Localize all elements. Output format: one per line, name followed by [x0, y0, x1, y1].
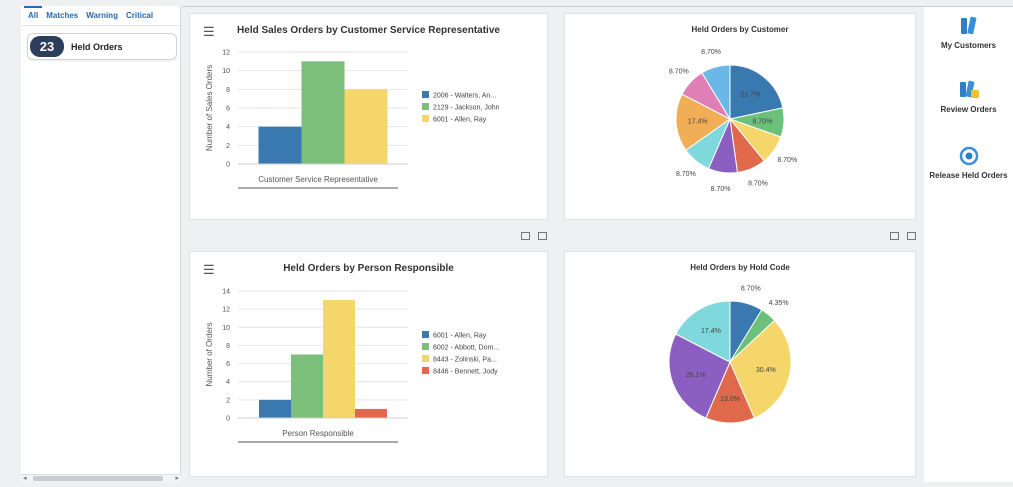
legend-label: 6002 - Abbott, Dom... [433, 345, 499, 352]
watchlist-panel: All Matches Warning Critical 23 Held Ord… [21, 6, 181, 482]
legend-label: 8446 - Bennett, Jody [433, 369, 498, 376]
bar[interactable] [259, 399, 291, 418]
card-tools [890, 232, 916, 240]
legend-label: 8443 - Zolinski, Pa... [433, 357, 497, 364]
watchlist-item-held-orders[interactable]: 23 Held Orders [27, 33, 177, 60]
bar-chart-sales-by-csr: 0 2 4 6 8 10 12 Customer Service Representative… [205, 50, 500, 189]
pie-label: 8.70% [748, 181, 768, 188]
chart-card-orders-by-customer: Held Orders by Customer 21.7% 8.70% 8.70% 8… [564, 13, 916, 220]
legend-swatch [422, 355, 429, 362]
y-tick-label: 14 [222, 289, 230, 296]
bar[interactable] [291, 354, 323, 419]
scrollbar-thumb[interactable] [33, 476, 163, 481]
y-tick-label: 6 [226, 106, 230, 113]
pie-label: 17.4% [688, 119, 708, 126]
y-tick-label: 10 [222, 325, 230, 332]
actions-panel: My Customers Review Orders Release Held … [924, 7, 1013, 482]
y-axis-title: Number of Sales Orders [205, 65, 214, 151]
chart-card-sales-by-csr: ☰ Held Sales Orders by Customer Service … [189, 13, 548, 220]
y-tick-label: 12 [222, 307, 230, 314]
watchlist-tabs: All Matches Warning Critical [21, 6, 180, 26]
pie-chart-orders-by-customer: 21.7% 8.70% 8.70% 8.70% 8.70% 8.70% 17.4% 8.70%… [669, 49, 797, 193]
y-tick-label: 4 [226, 379, 230, 386]
header-rule [182, 6, 1013, 7]
maximize-icon[interactable] [521, 232, 530, 240]
pie-label: 8.70% [741, 285, 761, 292]
action-label: Release Held Orders [929, 171, 1008, 180]
pie-label: 8.70% [711, 186, 731, 193]
pie-label: 8.70% [669, 69, 689, 76]
tab-all[interactable]: All [24, 6, 43, 26]
y-tick-label: 2 [226, 143, 230, 150]
x-axis-title: Customer Service Representative [258, 175, 378, 184]
books-icon [960, 16, 976, 35]
action-label: Review Orders [940, 105, 997, 114]
my-customers-button[interactable]: My Customers [924, 15, 1013, 51]
horizontal-scrollbar[interactable]: ◂ ▸ [21, 474, 181, 482]
legend-swatch [422, 367, 429, 374]
legend-swatch [422, 103, 429, 110]
legend-swatch [422, 343, 429, 350]
y-axis-title: Number of Orders [205, 322, 214, 386]
scroll-left-icon[interactable]: ◂ [23, 474, 27, 482]
y-tick-label: 10 [222, 68, 230, 75]
bar-chart-orders-by-person: 0 2 4 6 8 10 12 14 Person Responsible Number of O… [205, 289, 499, 443]
tab-matches[interactable]: Matches [42, 6, 82, 26]
release-target-icon [959, 146, 978, 166]
release-held-orders-button[interactable]: Release Held Orders [924, 145, 1013, 181]
scroll-right-icon[interactable]: ▸ [175, 474, 179, 482]
legend-swatch [422, 331, 429, 338]
legend-label: 6001 - Allen, Ray [433, 333, 487, 340]
card-tools [521, 232, 547, 240]
pie-label: 8.70% [701, 49, 721, 56]
legend-swatch [422, 91, 429, 98]
y-tick-label: 6 [226, 361, 230, 368]
pie-label: 30.4% [756, 367, 776, 374]
bar[interactable] [323, 300, 355, 418]
y-tick-label: 12 [222, 50, 230, 57]
legend-label: 6001 - Allen, Ray [433, 117, 487, 124]
pie-label: 8.70% [752, 119, 772, 126]
y-tick-label: 0 [226, 416, 230, 423]
action-label: My Customers [940, 41, 997, 50]
pie-label: 8.70% [777, 157, 797, 164]
legend-label: 2129 - Jackson, John [433, 105, 500, 112]
bar[interactable] [258, 126, 302, 164]
bar[interactable] [344, 89, 388, 164]
chart-card-orders-by-person: ☰ Held Orders by Person Responsible 0246… [189, 251, 548, 477]
pie-label: 4.35% [769, 300, 789, 307]
tab-critical[interactable]: Critical [122, 6, 157, 26]
pie-label: 17.4% [701, 328, 721, 335]
legend-swatch [422, 115, 429, 122]
y-tick-label: 4 [226, 124, 230, 131]
review-orders-button[interactable]: Review Orders [924, 79, 1013, 115]
y-tick-label: 0 [226, 162, 230, 169]
y-tick-label: 8 [226, 343, 230, 350]
x-axis-title: Person Responsible [282, 429, 354, 438]
table-view-icon[interactable] [538, 232, 547, 240]
review-orders-icon [959, 80, 979, 98]
watchlist-item-label: Held Orders [71, 41, 123, 52]
legend-label: 2006 - Walters, An... [433, 93, 496, 100]
watchlist-count-badge: 23 [30, 36, 64, 57]
chart-card-orders-by-hold-code: Held Orders by Hold Code 8.70% 4.35% 30.4%… [564, 251, 916, 477]
y-tick-label: 2 [226, 397, 230, 404]
bar[interactable] [301, 61, 345, 165]
pie-label: 13.0% [720, 396, 740, 403]
bar[interactable] [355, 408, 387, 418]
tab-warning[interactable]: Warning [82, 6, 122, 26]
pie-label: 8.70% [676, 171, 696, 178]
pie-label: 21.7% [740, 91, 760, 98]
pie-label: 26.1% [686, 372, 706, 379]
table-view-icon[interactable] [907, 232, 916, 240]
pie-chart-orders-by-hold-code: 8.70% 4.35% 30.4% 13.0% 26.1% 17.4% [668, 285, 792, 424]
maximize-icon[interactable] [890, 232, 899, 240]
y-tick-label: 8 [226, 87, 230, 94]
